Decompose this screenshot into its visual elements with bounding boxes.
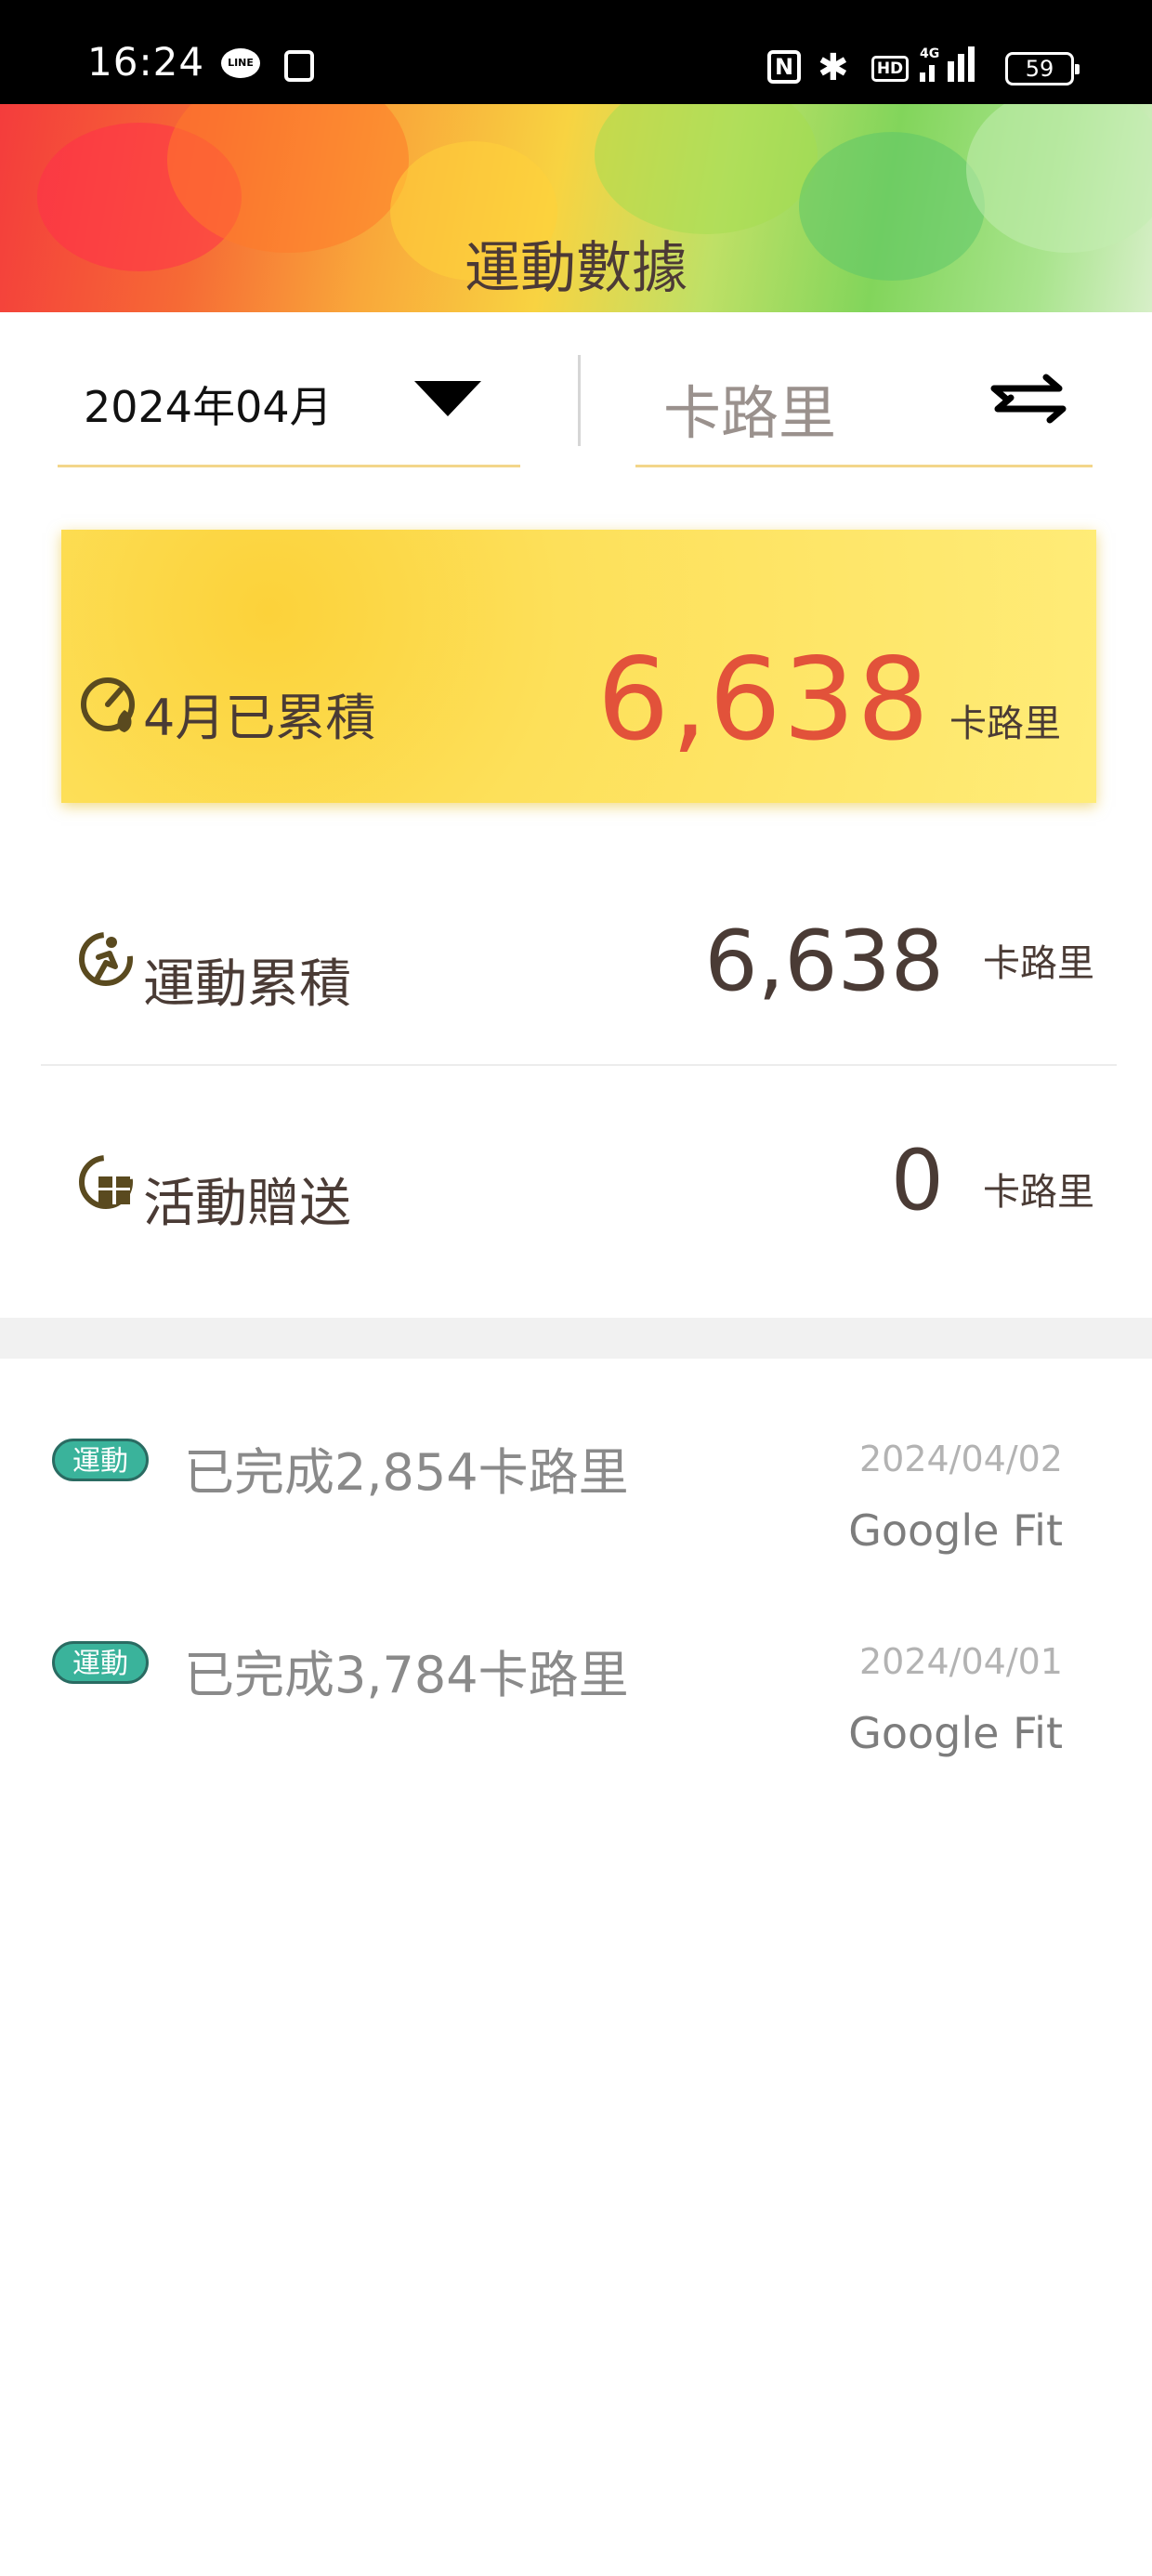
row-unit: 卡路里 <box>983 1171 1094 1214</box>
exercise-total-row: 運動累積 6,638 卡路里 <box>41 892 1117 1032</box>
gift-badge-icon <box>79 1155 133 1209</box>
selector-divider <box>578 355 581 446</box>
record-date: 2024/04/01 <box>858 1641 1063 1682</box>
record-title: 已完成2,854卡路里 <box>184 1443 629 1502</box>
record-source: Google Fit <box>848 1708 1063 1758</box>
hd-icon: HD <box>871 56 909 82</box>
status-bar: 16:24 LINE N ✱ HD 4G 59 <box>0 0 1152 104</box>
row-value: 6,638 <box>704 913 944 1010</box>
activity-gift-row: 活動贈送 0 卡路里 <box>41 1124 1117 1264</box>
record-source: Google Fit <box>848 1505 1063 1556</box>
month-value: 2024年04月 <box>84 382 333 432</box>
running-speed-icon <box>79 932 133 986</box>
summary-label: 4月已累積 <box>143 689 376 747</box>
category-badge: 運動 <box>52 1439 149 1481</box>
row-divider <box>41 1064 1117 1066</box>
row-unit: 卡路里 <box>983 942 1094 985</box>
section-separator <box>0 1318 1152 1359</box>
row-value: 0 <box>890 1132 944 1229</box>
record-date: 2024/04/02 <box>858 1439 1063 1479</box>
status-time: 16:24 <box>87 39 205 85</box>
swap-arrows-icon[interactable] <box>987 368 1070 424</box>
summary-unit: 卡路里 <box>949 703 1061 745</box>
record-title: 已完成3,784卡路里 <box>184 1646 629 1704</box>
header-banner: 運動數據 <box>0 104 1152 312</box>
message-icon <box>284 50 314 82</box>
4g-signal-icon: 4G <box>920 46 975 82</box>
dropdown-triangle-icon <box>414 381 481 416</box>
summary-value: 6,638 <box>596 634 931 766</box>
nfc-icon: N <box>767 50 801 84</box>
list-item[interactable]: 運動 已完成3,784卡路里 2024/04/01 Google Fit <box>0 1641 1152 1808</box>
monthly-summary-card: 4月已累積 6,638 卡路里 <box>61 530 1096 803</box>
month-selector[interactable]: 2024年04月 <box>58 353 520 467</box>
speedometer-fire-icon <box>81 677 135 732</box>
unit-value: 卡路里 <box>663 379 837 447</box>
svg-text:4G: 4G <box>920 46 939 61</box>
line-icon: LINE <box>221 48 260 78</box>
row-label: 運動累積 <box>143 954 351 1015</box>
unit-toggle[interactable]: 卡路里 <box>635 353 1093 467</box>
page-title: 運動數據 <box>465 236 687 301</box>
list-item[interactable]: 運動 已完成2,854卡路里 2024/04/02 Google Fit <box>0 1439 1152 1606</box>
bluetooth-icon: ✱ <box>818 46 849 89</box>
category-badge: 運動 <box>52 1641 149 1684</box>
row-label: 活動贈送 <box>143 1174 351 1234</box>
battery-icon: 59 <box>1005 52 1080 85</box>
